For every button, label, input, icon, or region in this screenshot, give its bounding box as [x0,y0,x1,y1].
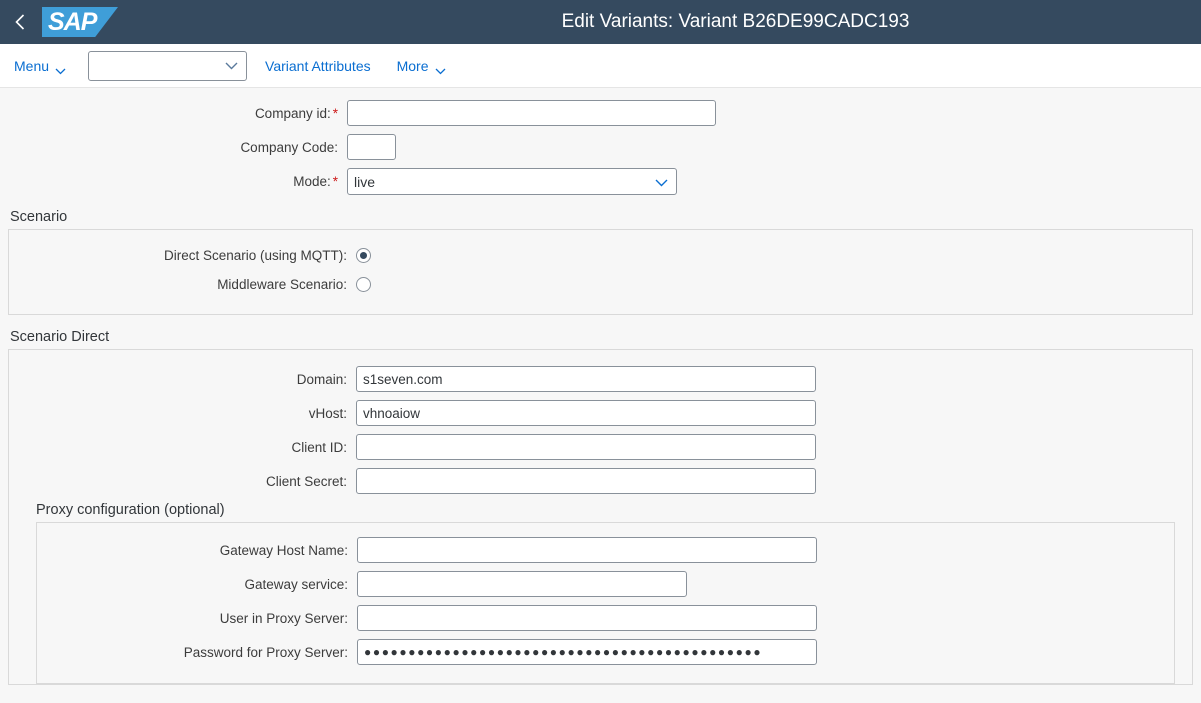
chevron-down-icon [435,62,446,75]
proxy-section-title: Proxy configuration (optional) [36,502,225,518]
more-label: More [396,57,429,74]
required-marker: * [332,174,338,189]
scenario-section-title: Scenario [10,209,68,225]
gateway-service-row: Gateway service: [37,571,1174,597]
gateway-service-input[interactable] [357,571,687,597]
password-for-proxy-server-label: Password for Proxy Server: [183,644,348,660]
form-body: Company id: * Company Code: Mode: * live S… [0,88,1201,703]
variant-attributes-button[interactable]: Variant Attributes [265,58,371,74]
direct-scenario-radio[interactable] [356,248,371,263]
sap-logo-text: SAP [48,7,97,36]
mode-select-value: live [354,173,376,190]
user-in-proxy-server-row: User in Proxy Server: [37,605,1174,631]
client-id-label: Client ID: [291,439,347,455]
page-title: Edit Variants: Variant B26DE99CADC193 [561,11,910,32]
scenario-direct-section-title: Scenario Direct [10,329,110,345]
password-for-proxy-server-row: Password for Proxy Server: ●●●●●●●●●●●●●… [37,639,1174,665]
client-id-input[interactable] [356,434,816,460]
menu-label: Menu [14,57,50,74]
chevron-down-icon [55,62,66,75]
company-code-row: Company Code: [0,134,1201,160]
scenario-panel: Direct Scenario (using MQTT): Middleware… [8,229,1193,315]
company-code-label: Company Code: [240,139,338,155]
middleware-scenario-label: Middleware Scenario: [217,277,347,292]
back-chevron-icon [14,13,26,31]
domain-input[interactable]: s1seven.com [356,366,816,392]
chevron-down-icon [655,174,668,190]
user-in-proxy-server-label: User in Proxy Server: [219,610,348,626]
menu-button[interactable]: Menu [14,57,66,75]
direct-scenario-row: Direct Scenario (using MQTT): [9,248,1192,263]
radio-selected-dot [360,252,367,259]
gateway-service-label: Gateway service: [244,576,348,592]
back-button[interactable] [0,0,40,44]
app-header: SAP Edit Variants: Variant B26DE99CADC19… [0,0,1201,44]
domain-row: Domain: s1seven.com [9,366,1192,392]
user-in-proxy-server-input[interactable] [357,605,817,631]
chevron-down-icon [225,57,238,75]
required-marker: * [332,105,338,121]
company-id-input[interactable] [347,100,716,126]
company-id-label: Company id: * [254,105,338,121]
more-button[interactable]: More [396,57,446,75]
mode-row: Mode: * live [0,168,1201,195]
toolbar: Menu Variant Attributes More [0,44,1201,88]
mode-label: Mode: * [293,174,338,189]
client-secret-label: Client Secret: [265,473,347,489]
variant-attributes-label: Variant Attributes [265,57,371,74]
middleware-scenario-radio[interactable] [356,277,371,292]
vhost-row: vHost: vhnoaiow [9,400,1192,426]
direct-scenario-label: Direct Scenario (using MQTT): [163,248,347,263]
middleware-scenario-row: Middleware Scenario: [9,277,1192,292]
vhost-input[interactable]: vhnoaiow [356,400,816,426]
scenario-direct-panel: Domain: s1seven.com vHost: vhnoaiow Clie… [8,349,1193,685]
gateway-host-name-row: Gateway Host Name: [37,537,1174,563]
mode-select[interactable]: live [347,168,677,195]
client-secret-row: Client Secret: [9,468,1192,494]
client-secret-input[interactable] [356,468,816,494]
proxy-panel: Gateway Host Name: Gateway service: User… [36,522,1175,684]
sap-logo: SAP [42,7,118,37]
password-for-proxy-server-input[interactable]: ●●●●●●●●●●●●●●●●●●●●●●●●●●●●●●●●●●●●●●●●… [357,639,817,665]
gateway-host-name-label: Gateway Host Name: [219,542,348,558]
client-id-row: Client ID: [9,434,1192,460]
variant-select[interactable] [88,50,248,81]
domain-label: Domain: [296,371,347,387]
vhost-label: vHost: [308,405,347,421]
company-code-input[interactable] [347,134,396,160]
gateway-host-name-input[interactable] [357,537,817,563]
company-id-row: Company id: * [0,100,1201,126]
password-masked-value: ●●●●●●●●●●●●●●●●●●●●●●●●●●●●●●●●●●●●●●●●… [364,645,763,659]
